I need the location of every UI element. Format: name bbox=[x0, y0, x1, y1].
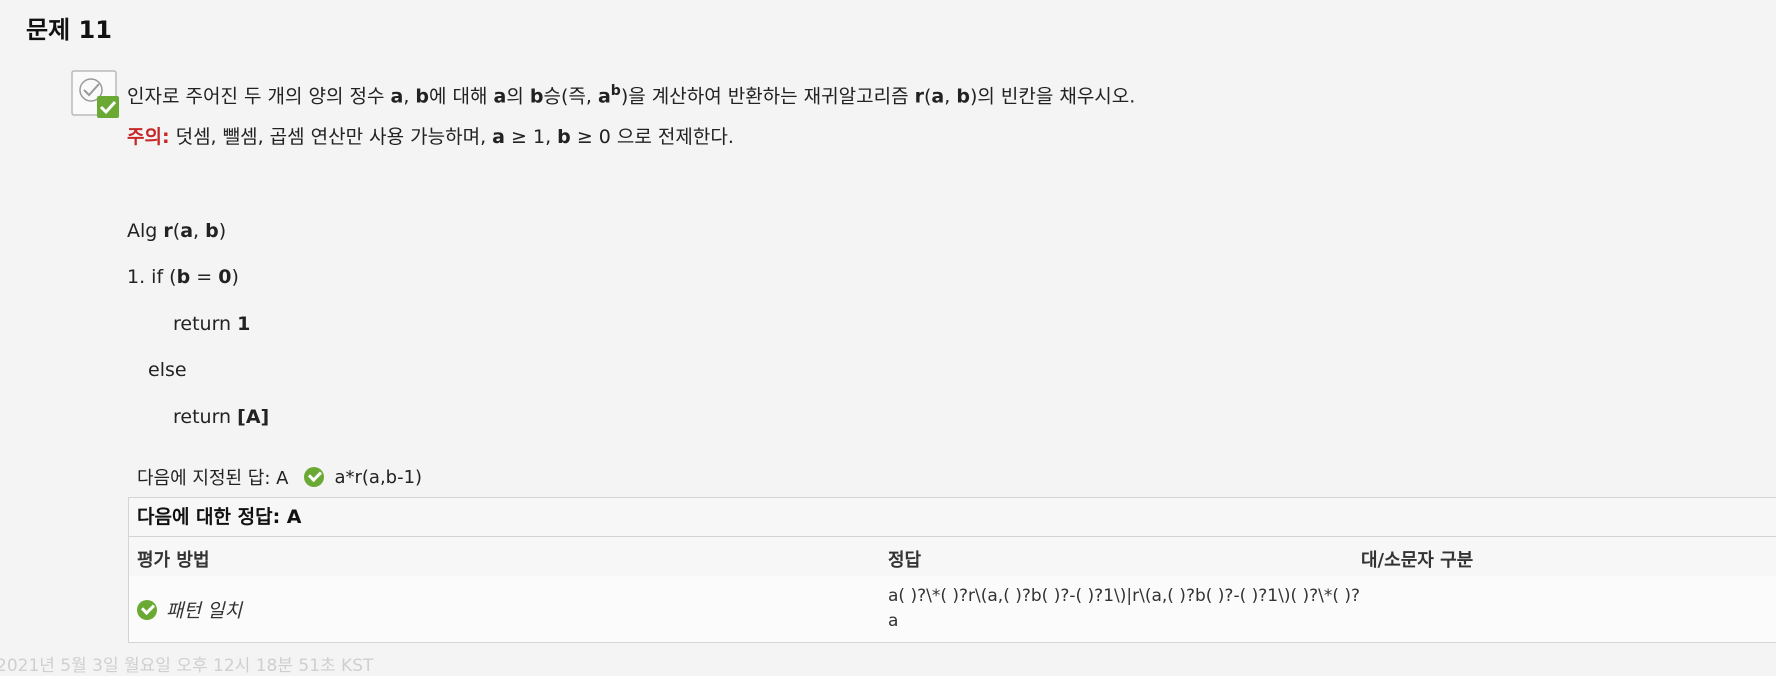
algorithm-return-blank: return [A] bbox=[173, 406, 270, 428]
correct-check-icon bbox=[304, 467, 325, 487]
question-prompt: 인자로 주어진 두 개의 양의 정수 a, b에 대해 a의 b승(즉, ab)… bbox=[127, 83, 1136, 108]
algorithm-else-line: else bbox=[148, 359, 187, 381]
given-answer-label: 다음에 지정된 답: A bbox=[137, 468, 289, 489]
algorithm-signature: Alg r(a, b) bbox=[127, 220, 227, 242]
given-answer-value: a*r(a,b-1) bbox=[334, 466, 423, 488]
quiz-review-page: 문제 11 인자로 주어진 두 개의 양의 정수 a, b에 대해 a의 b승(… bbox=[0, 0, 1776, 676]
column-header-answer: 정답 bbox=[888, 550, 922, 571]
question-checked-icon bbox=[71, 70, 119, 118]
correct-answer-header: 다음에 대한 정답: A bbox=[129, 498, 1776, 537]
note-label: 주의: bbox=[127, 126, 170, 148]
column-header-row: 평가 방법 정답 대/소문자 구분 bbox=[129, 537, 1776, 576]
correct-answer-table: 다음에 대한 정답: A 평가 방법 정답 대/소문자 구분 패턴 일치 a( … bbox=[128, 497, 1776, 643]
column-header-method: 평가 방법 bbox=[137, 550, 210, 571]
method-cell: 패턴 일치 bbox=[166, 600, 242, 622]
correct-check-icon bbox=[137, 600, 157, 620]
pattern-cell: a( )?\*( )?r\(a,( )?b( )?-( )?1\)|r\(a,(… bbox=[888, 586, 1361, 631]
algorithm-return-base: return 1 bbox=[173, 313, 251, 335]
question-title: 문제 11 bbox=[26, 16, 112, 44]
column-header-case: 대/소문자 구분 bbox=[1361, 550, 1474, 571]
question-note: 주의: 덧셈, 뺄셈, 곱셈 연산만 사용 가능하며, a ≥ 1, b ≥ 0… bbox=[127, 126, 734, 148]
table-row: 패턴 일치 a( )?\*( )?r\(a,( )?b( )?-( )?1\)|… bbox=[129, 576, 1776, 642]
algorithm-if-line: 1. if (b = 0) bbox=[127, 266, 239, 288]
submission-timestamp: 2021년 5월 3일 월요일 오후 12시 18분 51초 KST bbox=[0, 656, 374, 676]
given-answer: 다음에 지정된 답: A a*r(a,b-1) bbox=[137, 464, 422, 490]
